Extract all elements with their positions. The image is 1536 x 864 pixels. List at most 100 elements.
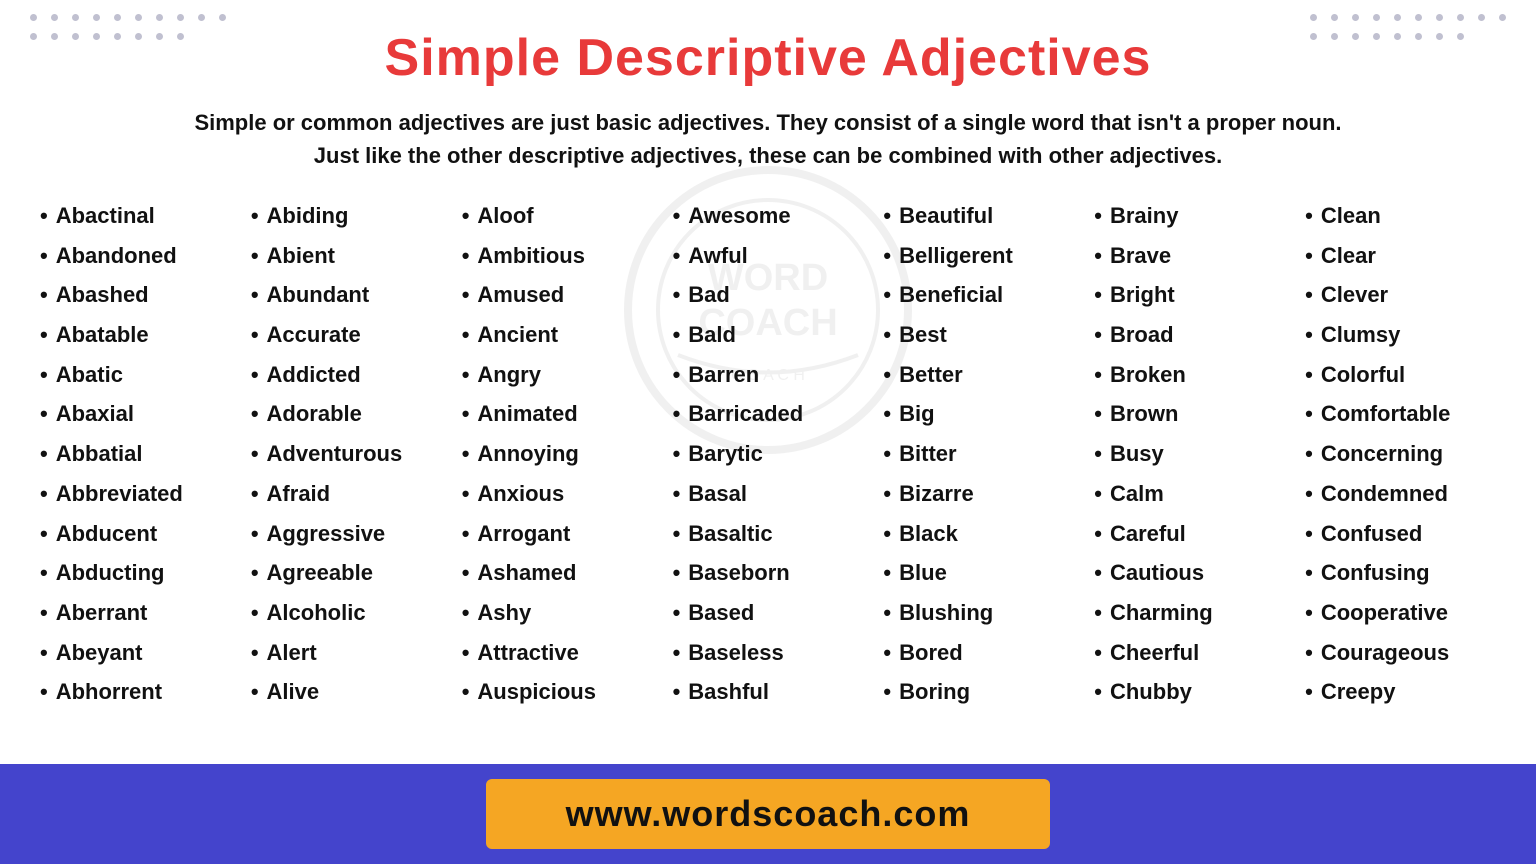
- dot: [1352, 14, 1359, 21]
- list-item: •Awesome: [673, 196, 864, 236]
- dot: [1457, 33, 1464, 40]
- word-text: Confused: [1321, 519, 1422, 549]
- word-text: Bad: [688, 280, 730, 310]
- dot: [1394, 33, 1401, 40]
- bullet-icon: •: [40, 519, 48, 549]
- bullet-icon: •: [40, 638, 48, 668]
- list-item: •Abeyant: [40, 633, 231, 673]
- list-item: •Black: [883, 514, 1074, 554]
- dot: [1436, 14, 1443, 21]
- bullet-icon: •: [1305, 320, 1313, 350]
- word-text: Arrogant: [477, 519, 570, 549]
- bullet-icon: •: [1305, 439, 1313, 469]
- word-text: Cooperative: [1321, 598, 1448, 628]
- list-item: •Confusing: [1305, 553, 1496, 593]
- word-text: Adventurous: [267, 439, 403, 469]
- list-item: •Abducent: [40, 514, 231, 554]
- bullet-icon: •: [251, 439, 259, 469]
- word-text: Baseborn: [688, 558, 789, 588]
- bullet-icon: •: [462, 280, 470, 310]
- footer-bar: www.wordscoach.com: [0, 764, 1536, 864]
- word-text: Abandoned: [56, 241, 177, 271]
- dot: [30, 33, 37, 40]
- list-item: •Abient: [251, 236, 442, 276]
- dot: [1394, 14, 1401, 21]
- word-column-3: •Aloof•Ambitious•Amused•Ancient•Angry•An…: [452, 196, 663, 712]
- list-item: •Auspicious: [462, 672, 653, 712]
- word-column-4: •Awesome•Awful•Bad•Bald•Barren•Barricade…: [663, 196, 874, 712]
- bullet-icon: •: [1305, 399, 1313, 429]
- word-text: Abducting: [56, 558, 165, 588]
- bullet-icon: •: [1094, 439, 1102, 469]
- word-text: Bored: [899, 638, 963, 668]
- bullet-icon: •: [462, 479, 470, 509]
- bullet-icon: •: [883, 677, 891, 707]
- word-text: Amused: [477, 280, 564, 310]
- bullet-icon: •: [883, 280, 891, 310]
- list-item: •Annoying: [462, 434, 653, 474]
- word-text: Bashful: [688, 677, 769, 707]
- word-text: Abundant: [267, 280, 370, 310]
- word-text: Bald: [688, 320, 736, 350]
- dot: [93, 33, 100, 40]
- footer-url: www.wordscoach.com: [486, 779, 1051, 849]
- bullet-icon: •: [883, 519, 891, 549]
- list-item: •Confused: [1305, 514, 1496, 554]
- dot: [1373, 33, 1380, 40]
- bullet-icon: •: [251, 638, 259, 668]
- list-item: •Baseless: [673, 633, 864, 673]
- dot: [1373, 14, 1380, 21]
- dot: [1415, 14, 1422, 21]
- bullet-icon: •: [883, 439, 891, 469]
- list-item: •Baseborn: [673, 553, 864, 593]
- bullet-icon: •: [673, 519, 681, 549]
- bullet-icon: •: [673, 399, 681, 429]
- list-item: •Clumsy: [1305, 315, 1496, 355]
- word-text: Blushing: [899, 598, 993, 628]
- list-item: •Animated: [462, 394, 653, 434]
- list-item: • Accurate: [251, 315, 442, 355]
- bullet-icon: •: [1305, 598, 1313, 628]
- bullet-icon: •: [883, 638, 891, 668]
- dot: [1310, 14, 1317, 21]
- list-item: •Belligerent: [883, 236, 1074, 276]
- bullet-icon: •: [462, 320, 470, 350]
- bullet-icon: •: [673, 677, 681, 707]
- list-item: •Boring: [883, 672, 1074, 712]
- word-text: Clean: [1321, 201, 1381, 231]
- dot: [72, 14, 79, 21]
- bullet-icon: •: [673, 439, 681, 469]
- word-text: Accurate: [267, 320, 361, 350]
- dot: [135, 33, 142, 40]
- word-text: Ashamed: [477, 558, 576, 588]
- word-text: Barytic: [688, 439, 763, 469]
- list-item: •Barytic: [673, 434, 864, 474]
- word-text: Courageous: [1321, 638, 1449, 668]
- word-text: Broken: [1110, 360, 1186, 390]
- word-text: Based: [688, 598, 754, 628]
- dot: [156, 33, 163, 40]
- bullet-icon: •: [883, 399, 891, 429]
- bullet-icon: •: [40, 479, 48, 509]
- bullet-icon: •: [251, 201, 259, 231]
- dot: [93, 14, 100, 21]
- word-text: Better: [899, 360, 963, 390]
- bullet-icon: •: [251, 241, 259, 271]
- bullet-icon: •: [883, 241, 891, 271]
- word-text: Addicted: [267, 360, 361, 390]
- list-item: •Comfortable: [1305, 394, 1496, 434]
- dot: [1436, 33, 1443, 40]
- bullet-icon: •: [1094, 399, 1102, 429]
- bullet-icon: •: [462, 677, 470, 707]
- word-text: Creepy: [1321, 677, 1396, 707]
- bullet-icon: •: [1305, 677, 1313, 707]
- bullet-icon: •: [883, 320, 891, 350]
- word-text: Brown: [1110, 399, 1178, 429]
- list-item: •Ashy: [462, 593, 653, 633]
- list-item: •Broad: [1094, 315, 1285, 355]
- bullet-icon: •: [462, 598, 470, 628]
- bullet-icon: •: [251, 320, 259, 350]
- word-text: Attractive: [477, 638, 578, 668]
- list-item: •Basal: [673, 474, 864, 514]
- page-title: Simple Descriptive Adjectives: [0, 28, 1536, 88]
